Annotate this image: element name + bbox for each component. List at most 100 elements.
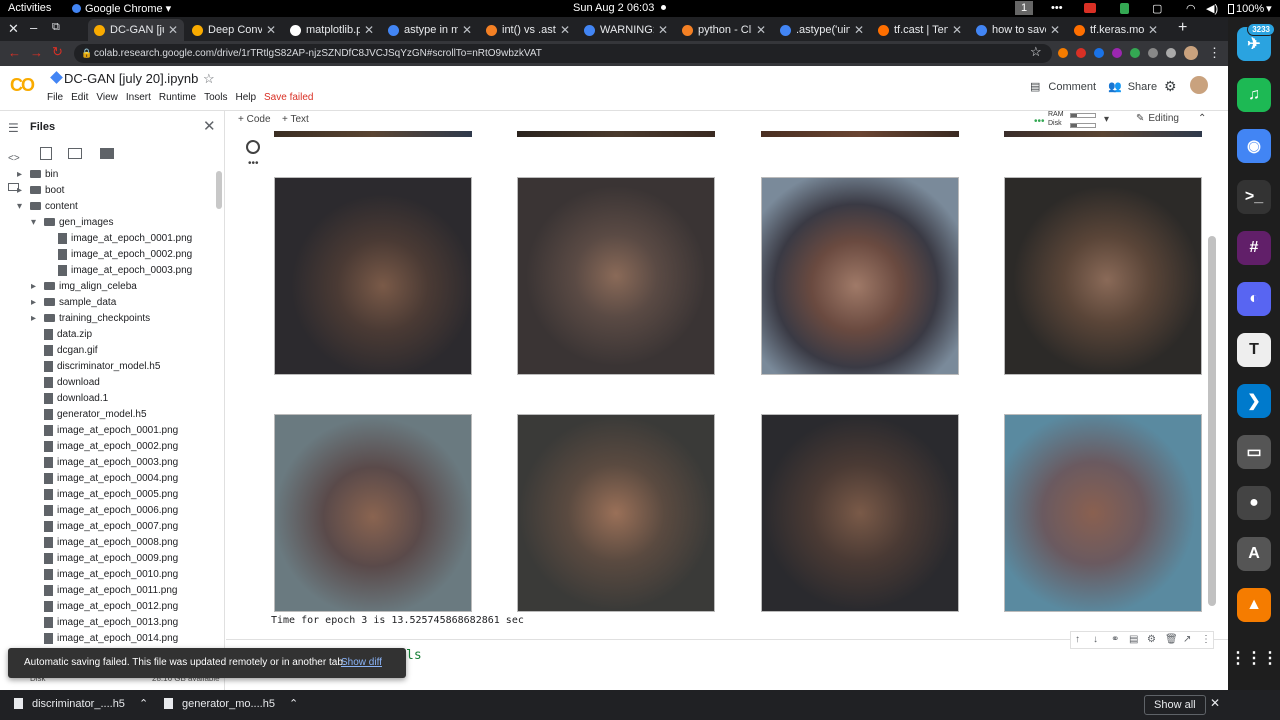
close-tab-icon[interactable]: ✕ [1148,23,1158,37]
chevron-up-icon[interactable]: ⌃ [1198,113,1206,124]
chevron-right-icon[interactable]: ▸ [17,167,22,183]
more-icon[interactable]: ••• [248,158,259,169]
close-tab-icon[interactable]: ✕ [266,23,276,37]
extension-icon[interactable] [1076,48,1086,58]
comment-button[interactable]: ▤ Comment [1030,80,1096,94]
folder-item[interactable]: ▸ bin [17,167,58,183]
forward-icon[interactable]: → [30,45,43,60]
show-diff-link[interactable]: Show diff [341,648,382,678]
add-text-button[interactable]: + Text [282,114,309,125]
run-cell-icon[interactable] [246,140,260,154]
show-all-button[interactable]: Show all [1144,695,1206,715]
file-item[interactable]: image_at_epoch_0008.png [44,535,178,551]
new-tab-button[interactable]: + [1178,19,1187,37]
close-tab-icon[interactable]: ✕ [854,23,864,37]
kebab-menu-icon[interactable]: ⋮ [1201,634,1211,645]
colab-logo[interactable]: CO [10,75,35,96]
software-updater-icon[interactable]: A [1237,537,1271,571]
browser-tab[interactable]: .astype('uint ✕ [774,19,870,41]
refresh-folder-icon[interactable] [68,148,82,159]
browser-tab[interactable]: tf.cast | Ten ✕ [872,19,968,41]
browser-tab[interactable]: python - Clip ✕ [676,19,772,41]
close-tab-icon[interactable]: ✕ [168,23,178,37]
move-down-icon[interactable]: ↓ [1093,634,1098,645]
file-item[interactable]: discriminator_model.h5 [44,359,160,375]
extension-icon[interactable] [1112,48,1122,58]
extension-icon[interactable] [1166,48,1176,58]
file-item[interactable]: download [44,375,100,391]
menu-file[interactable]: File [47,92,63,103]
browser-tab[interactable]: int() vs .asty ✕ [480,19,576,41]
browser-tab[interactable]: astype in ma ✕ [382,19,478,41]
chevron-down-icon[interactable]: ▾ [17,199,22,215]
file-item[interactable]: image_at_epoch_0014.png [44,631,178,647]
close-icon[interactable]: ✕ [1210,696,1220,710]
chevron-up-icon[interactable]: ⌃ [139,697,148,710]
chevron-down-icon[interactable]: ▾ [31,215,36,231]
restore-icon[interactable]: ⧉ [52,21,60,34]
add-code-button[interactable]: + Code [238,114,271,125]
app-menu[interactable]: Google Chrome ▾ [72,2,171,15]
chevron-right-icon[interactable]: ▸ [17,183,22,199]
upload-icon[interactable] [40,147,52,160]
close-tab-icon[interactable]: ✕ [952,23,962,37]
record-icon[interactable] [1084,3,1096,13]
terminal-icon[interactable]: >_ [1237,180,1271,214]
scrollbar[interactable] [216,171,222,209]
file-item[interactable]: image_at_epoch_0011.png [44,583,177,599]
file-item[interactable]: image_at_epoch_0010.png [44,567,178,583]
chrome-icon[interactable]: ◉ [1237,129,1271,163]
expand-icon[interactable]: ↗ [1183,634,1191,645]
menu-help[interactable]: Help [235,92,256,103]
file-item[interactable]: image_at_epoch_0004.png [44,471,178,487]
minimize-icon[interactable]: – [30,20,37,35]
chevron-down-icon[interactable]: ▾ [1104,114,1109,125]
save-status[interactable]: Save failed [264,92,313,103]
drive-icon[interactable] [50,71,63,84]
file-item[interactable]: image_at_epoch_0002.png [44,439,178,455]
file-item[interactable]: image_at_epoch_0003.png [58,263,192,279]
file-item[interactable]: image_at_epoch_0003.png [44,455,178,471]
kebab-menu-icon[interactable]: ⋮ [1208,45,1221,61]
scrollbar[interactable] [1208,236,1216,606]
activities-button[interactable]: Activities [8,2,51,14]
file-item[interactable]: download.1 [44,391,108,407]
app-grid-icon[interactable]: ⋮⋮⋮ [1230,641,1278,675]
close-icon[interactable]: ✕ [203,117,216,135]
profile-avatar[interactable] [1184,46,1198,60]
download-item[interactable]: discriminator_....h5 ⌃ [14,697,148,710]
gear-icon[interactable]: ⚙ [1164,78,1177,95]
shield-icon[interactable] [1120,3,1129,14]
back-icon[interactable]: ← [8,45,21,60]
file-item[interactable]: image_at_epoch_0006.png [44,503,178,519]
browser-tab[interactable]: matplotlib.p ✕ [284,19,380,41]
file-item[interactable]: image_at_epoch_0007.png [44,519,178,535]
close-tab-icon[interactable]: ✕ [658,23,668,37]
file-item[interactable]: image_at_epoch_0002.png [58,247,192,263]
close-tab-icon[interactable]: ✕ [560,23,570,37]
workspace-indicator[interactable]: 1 [1015,1,1033,15]
files-icon[interactable]: ▭ [1237,435,1271,469]
chevron-right-icon[interactable]: ▸ [31,311,36,327]
folder-item[interactable]: ▾ gen_images [31,215,113,231]
wifi-icon[interactable]: ◠ [1186,2,1196,15]
close-tab-icon[interactable]: ✕ [462,23,472,37]
battery-status[interactable]: 100% ▾ [1228,2,1272,15]
file-item[interactable]: image_at_epoch_0001.png [58,231,192,247]
close-window-icon[interactable]: ✕ [8,21,19,37]
spotify-icon[interactable]: ♫ [1237,78,1271,112]
window-icon[interactable]: ▢ [1152,2,1162,15]
slack-icon[interactable]: # [1237,231,1271,265]
reload-icon[interactable]: ↻ [52,44,63,60]
file-item[interactable]: image_at_epoch_0009.png [44,551,178,567]
chevron-right-icon[interactable]: ▸ [31,279,36,295]
share-button[interactable]: 👥 Share [1108,80,1157,94]
close-tab-icon[interactable]: ✕ [364,23,374,37]
comment-icon[interactable]: ▤ [1129,634,1138,645]
editing-mode[interactable]: ✎ Editing [1136,113,1179,124]
file-item[interactable]: image_at_epoch_0001.png [44,423,178,439]
extension-icon[interactable] [1094,48,1104,58]
folder-item[interactable]: ▸ boot [17,183,64,199]
discord-icon[interactable]: ◐ [1237,282,1271,316]
gear-icon[interactable]: ⚙ [1147,634,1156,645]
